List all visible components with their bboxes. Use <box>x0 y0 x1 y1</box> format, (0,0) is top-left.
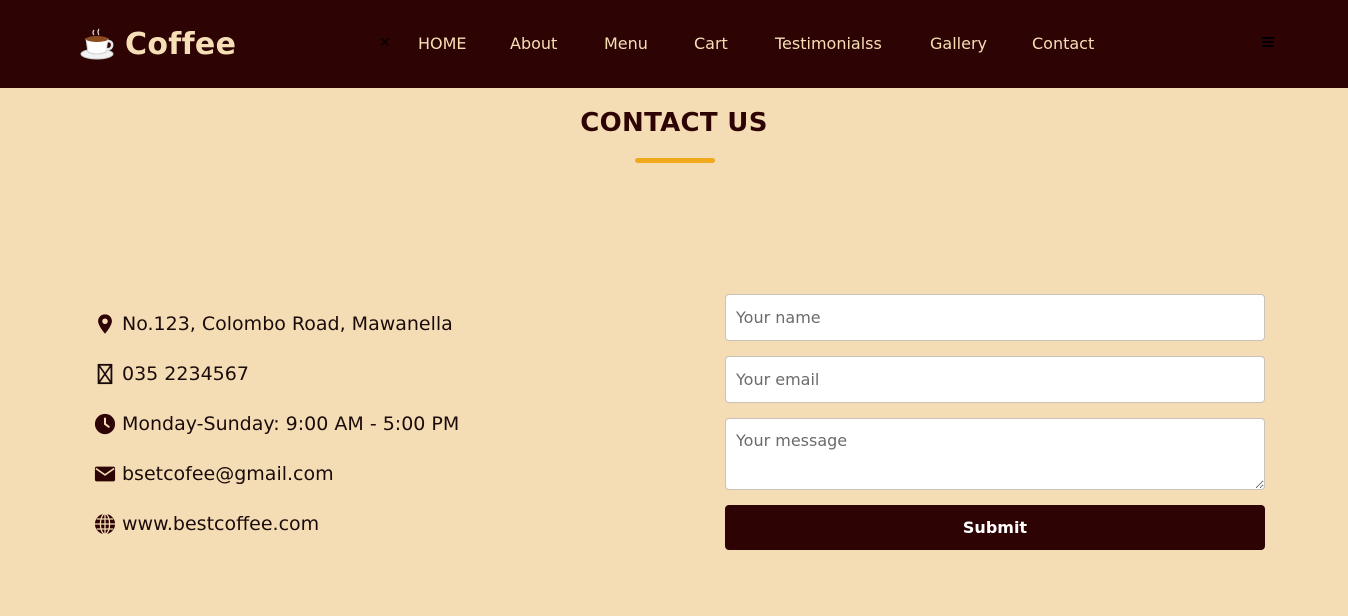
submit-button[interactable]: Submit <box>725 505 1265 550</box>
contact-website: www.bestcoffee.com <box>94 510 319 538</box>
brand-logo-link[interactable]: Coffee <box>79 24 236 64</box>
contact-email: bsetcofee@gmail.com <box>94 460 334 488</box>
email-text: bsetcofee@gmail.com <box>122 463 334 485</box>
contact-phone: 035 2234567 <box>94 360 249 388</box>
hamburger-icon[interactable] <box>1262 37 1274 47</box>
navbar: Coffee ✕ HOME About Menu Cart Testimonia… <box>0 0 1348 88</box>
nav-link-contact[interactable]: Contact <box>1032 33 1094 55</box>
contact-hours: Monday-Sunday: 9:00 AM - 5:00 PM <box>94 410 459 438</box>
nav-link-home[interactable]: HOME <box>418 33 467 55</box>
hours-text: Monday-Sunday: 9:00 AM - 5:00 PM <box>122 413 460 435</box>
website-text: www.bestcoffee.com <box>122 513 320 535</box>
address-text: No.123, Colombo Road, Mawanella <box>122 313 453 335</box>
location-pin-icon <box>98 314 112 334</box>
nav-link-cart[interactable]: Cart <box>694 33 728 55</box>
page-title: CONTACT US <box>580 108 768 138</box>
nav-link-testimonials[interactable]: Testimonialss <box>775 33 882 55</box>
nav-link-about[interactable]: About <box>510 33 557 55</box>
phone-icon <box>97 363 113 385</box>
envelope-icon <box>94 466 116 482</box>
phone-text: 035 2234567 <box>122 363 249 385</box>
brand-name: Coffee <box>125 26 237 62</box>
coffee-cup-icon <box>80 28 114 60</box>
title-underline <box>635 158 715 163</box>
nav-link-gallery[interactable]: Gallery <box>930 33 987 55</box>
name-input[interactable] <box>725 294 1265 341</box>
message-textarea[interactable] <box>725 418 1265 490</box>
email-input[interactable] <box>725 356 1265 403</box>
nav-link-menu[interactable]: Menu <box>604 33 648 55</box>
close-icon[interactable]: ✕ <box>379 36 391 50</box>
globe-icon <box>94 513 116 535</box>
clock-icon <box>94 413 116 435</box>
contact-address: No.123, Colombo Road, Mawanella <box>94 310 453 338</box>
